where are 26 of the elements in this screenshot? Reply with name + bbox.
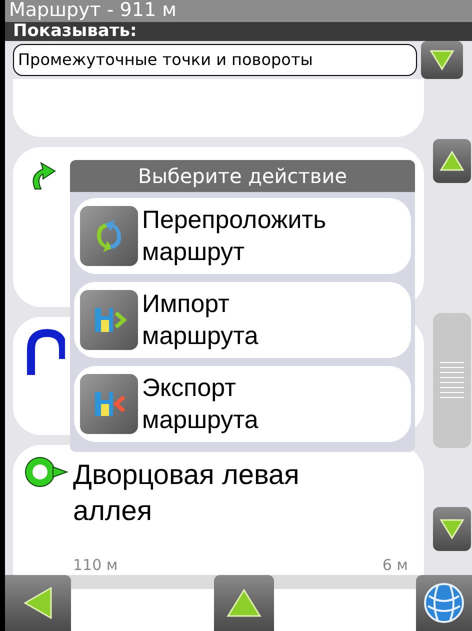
left-arrow-icon bbox=[23, 586, 53, 620]
action-button[interactable]: Импорт маршрута bbox=[74, 282, 411, 358]
globe-icon bbox=[423, 582, 465, 624]
up-arrow-icon bbox=[439, 150, 465, 172]
scroll-thumb[interactable] bbox=[433, 312, 471, 448]
filter-dropdown[interactable]: Промежуточные точки и повороты bbox=[13, 44, 417, 76]
back-button[interactable] bbox=[5, 575, 71, 631]
window-title: Маршрут - 911 м bbox=[9, 1, 176, 20]
action-button[interactable]: Перепроложить маршрут bbox=[74, 198, 411, 274]
route-item[interactable]: Дворцовая левая аллея 110 м 6 м bbox=[13, 445, 424, 575]
up-arrow-icon bbox=[226, 588, 262, 618]
distance-text: 110 м bbox=[73, 558, 118, 573]
map-button[interactable] bbox=[416, 575, 472, 631]
u-turn-icon bbox=[25, 329, 65, 377]
street-name: Дворцовая левая аллея bbox=[73, 458, 300, 528]
up-button[interactable] bbox=[214, 575, 274, 631]
step-distance-text: 6 м bbox=[382, 558, 408, 573]
roundabout-icon bbox=[25, 457, 69, 487]
dropdown-button[interactable] bbox=[421, 41, 463, 79]
caret-icon bbox=[429, 49, 455, 71]
scroll-down-button[interactable] bbox=[433, 507, 471, 551]
scroll-up-button[interactable] bbox=[433, 139, 471, 183]
filter-label: Показывать: bbox=[13, 22, 137, 40]
down-arrow-icon bbox=[439, 518, 465, 540]
dialog-title: Выберите действие bbox=[138, 166, 348, 186]
action-button[interactable]: Экспорт маршрута bbox=[74, 366, 411, 442]
